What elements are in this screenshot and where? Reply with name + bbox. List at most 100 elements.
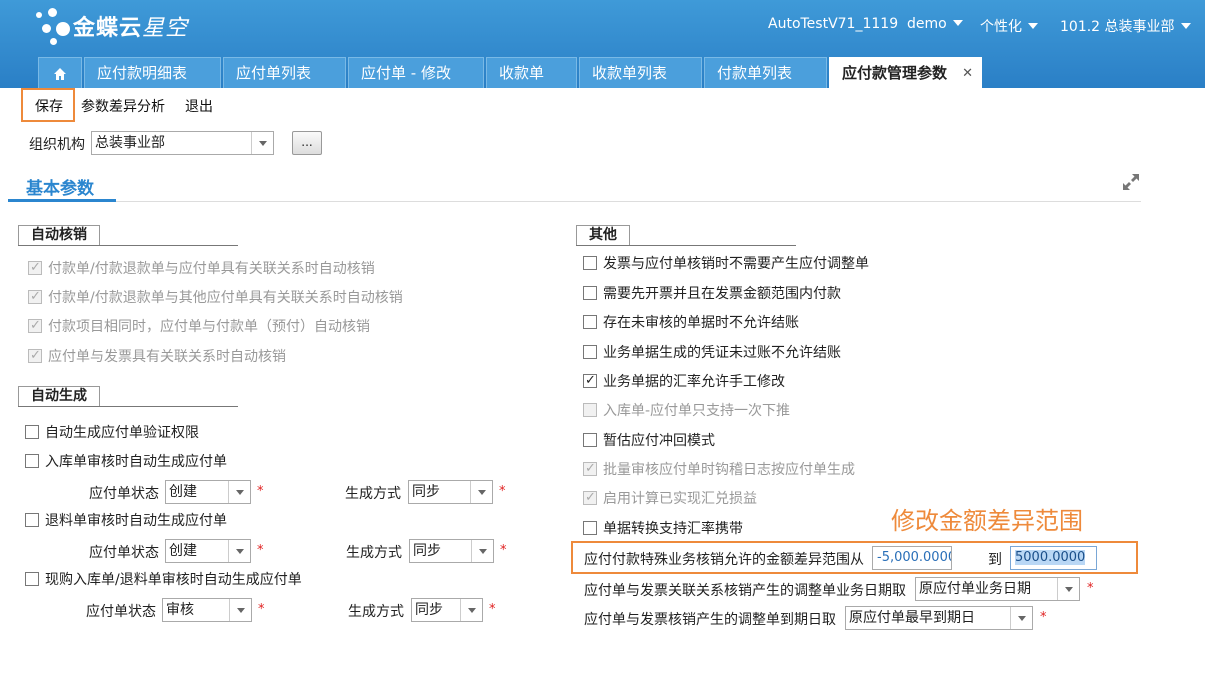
expand-icon[interactable] <box>1121 172 1141 192</box>
logo-main: 金蝶云 <box>73 16 143 41</box>
due-date-select[interactable]: 原应付单最早到期日 <box>845 606 1033 630</box>
diff-range-label: 应付付款特殊业务核销允许的金额差异范围从 <box>584 552 864 568</box>
close-icon[interactable]: ✕ <box>962 58 973 89</box>
checkbox-other-7[interactable]: 暂估应付冲回模式 <box>583 431 715 451</box>
checkbox-other-8[interactable]: 批量审核应付单时钩稽日志按应付单生成 <box>583 459 855 480</box>
status-select-return[interactable]: 创建 <box>165 539 251 563</box>
required-mark: * <box>500 543 507 558</box>
checkbox-icon <box>25 572 39 586</box>
checkbox-label: 入库单-应付单只支持一次下推 <box>603 403 791 419</box>
required-mark: * <box>489 602 496 617</box>
diff-to-value: 5000.0000 <box>1015 550 1086 565</box>
chevron-down-icon[interactable] <box>229 599 251 621</box>
chevron-down-icon[interactable] <box>228 540 250 562</box>
mode-select-cash-purchase[interactable]: 同步 <box>411 598 483 622</box>
app-logo-text: 金蝶云星空 <box>73 10 188 42</box>
checkbox-icon <box>583 459 597 479</box>
checkbox-icon <box>583 403 597 417</box>
required-mark: * <box>257 543 264 558</box>
exit-button[interactable]: 退出 <box>185 96 213 116</box>
checkbox-label: 存在未审核的单据时不允许结账 <box>603 315 799 331</box>
datacenter-menu[interactable]: demo <box>907 16 963 32</box>
checkbox-icon <box>583 315 597 329</box>
org-select[interactable]: 总装事业部 <box>91 131 274 155</box>
checkbox-icon <box>25 425 39 439</box>
checkbox-writeoff-1[interactable]: 付款单/付款退款单与应付单具有关联关系时自动核销 <box>28 258 375 279</box>
tab-ap-list[interactable]: 应付单列表 <box>223 57 346 88</box>
tab-payment-list[interactable]: 付款单列表 <box>704 57 827 88</box>
group-divider <box>18 245 238 246</box>
checkbox-other-9[interactable]: 启用计算已实现汇兑损益 <box>583 488 757 509</box>
group-auto-writeoff: 自动核销 <box>18 225 100 245</box>
mode-select-stock-in[interactable]: 同步 <box>408 480 493 504</box>
section-underline <box>8 199 116 202</box>
chevron-down-icon[interactable] <box>470 481 492 503</box>
diff-from-input[interactable]: -5,000.0000 <box>872 546 952 570</box>
checkbox-other-6[interactable]: 入库单-应付单只支持一次下推 <box>583 401 790 421</box>
save-button[interactable]: 保存 <box>35 96 63 116</box>
chevron-down-icon[interactable] <box>228 481 250 503</box>
org-lookup-button[interactable]: ... <box>292 131 322 155</box>
chevron-down-icon <box>1028 23 1038 29</box>
chevron-down-icon[interactable] <box>460 599 482 621</box>
app-header: 金蝶云星空 AutoTestV71_1119 demo 个性化 101.2 总装… <box>0 0 1205 88</box>
checkbox-icon <box>583 286 597 300</box>
org-switch-menu[interactable]: 101.2 总装事业部 <box>1060 16 1191 36</box>
checkbox-icon <box>28 287 42 307</box>
checkbox-label: 暂估应付冲回模式 <box>603 433 715 449</box>
tab-receipt[interactable]: 收款单 <box>486 57 577 88</box>
home-icon <box>54 68 66 80</box>
checkbox-icon <box>583 256 597 270</box>
diff-to-input[interactable]: 5000.0000 <box>1010 546 1097 570</box>
checkbox-icon <box>25 454 39 468</box>
checkbox-label: 需要先开票并且在发票金额范围内付款 <box>603 286 841 302</box>
checkbox-verify-permission[interactable]: 自动生成应付单验证权限 <box>25 423 199 443</box>
tab-home[interactable] <box>38 57 82 88</box>
checkbox-writeoff-3[interactable]: 付款项目相同时，应付单与付款单（预付）自动核销 <box>28 316 370 337</box>
user-account[interactable]: AutoTestV71_1119 <box>768 16 898 32</box>
mode-label: 生成方式 <box>345 486 401 502</box>
checkbox-other-2[interactable]: 需要先开票并且在发票金额范围内付款 <box>583 284 841 304</box>
checkbox-return-auto[interactable]: 退料单审核时自动生成应付单 <box>25 511 227 531</box>
checkbox-other-4[interactable]: 业务单据生成的凭证未过账不允许结账 <box>583 343 841 363</box>
status-select-stock-in[interactable]: 创建 <box>165 480 251 504</box>
tab-receipt-list[interactable]: 收款单列表 <box>579 57 702 88</box>
checkbox-stock-in-auto[interactable]: 入库单审核时自动生成应付单 <box>25 452 227 472</box>
checkbox-icon <box>583 433 597 447</box>
checkbox-other-5[interactable]: 业务单据的汇率允许手工修改 <box>583 371 785 392</box>
tab-ap-edit[interactable]: 应付单 - 修改 <box>348 57 484 88</box>
checkbox-writeoff-2[interactable]: 付款单/付款退款单与其他应付单具有关联关系时自动核销 <box>28 287 403 308</box>
status-select-cash-purchase[interactable]: 审核 <box>162 598 252 622</box>
due-date-label: 应付单与发票核销产生的调整单到期日取 <box>584 612 836 628</box>
required-mark: * <box>257 484 264 499</box>
chevron-down-icon[interactable] <box>251 132 273 154</box>
checkbox-other-10[interactable]: 单据转换支持汇率携带 <box>583 519 743 539</box>
datacenter-label: demo <box>907 16 947 32</box>
section-title[interactable]: 基本参数 <box>26 174 94 199</box>
personalize-label: 个性化 <box>980 19 1022 35</box>
checkbox-cash-purchase-auto[interactable]: 现购入库单/退料单审核时自动生成应付单 <box>25 570 302 590</box>
adj-date-select[interactable]: 原应付单业务日期 <box>915 577 1080 601</box>
required-mark: * <box>1087 581 1094 596</box>
checkbox-icon <box>28 346 42 366</box>
param-diff-button[interactable]: 参数差异分析 <box>81 96 165 116</box>
chevron-down-icon[interactable] <box>1010 607 1032 629</box>
group-auto-generate: 自动生成 <box>18 386 100 406</box>
personalize-menu[interactable]: 个性化 <box>980 16 1038 36</box>
checkbox-icon <box>583 345 597 359</box>
required-mark: * <box>258 602 265 617</box>
tab-ap-detail[interactable]: 应付款明细表 <box>84 57 221 88</box>
tab-ap-params[interactable]: 应付款管理参数 ✕ <box>829 57 982 88</box>
checkbox-other-3[interactable]: 存在未审核的单据时不允许结账 <box>583 313 799 333</box>
org-switch-label: 101.2 总装事业部 <box>1060 19 1175 35</box>
mode-label: 生成方式 <box>348 604 404 620</box>
mode-select-return[interactable]: 同步 <box>409 539 494 563</box>
chevron-down-icon[interactable] <box>471 540 493 562</box>
checkbox-label: 付款单/付款退款单与应付单具有关联关系时自动核销 <box>48 261 375 277</box>
checkbox-icon <box>28 316 42 336</box>
checkbox-icon <box>583 521 597 535</box>
diff-to-label: 到 <box>988 552 1002 568</box>
checkbox-other-1[interactable]: 发票与应付单核销时不需要产生应付调整单 <box>583 254 869 274</box>
checkbox-writeoff-4[interactable]: 应付单与发票具有关联关系时自动核销 <box>28 346 286 367</box>
chevron-down-icon[interactable] <box>1057 578 1079 600</box>
